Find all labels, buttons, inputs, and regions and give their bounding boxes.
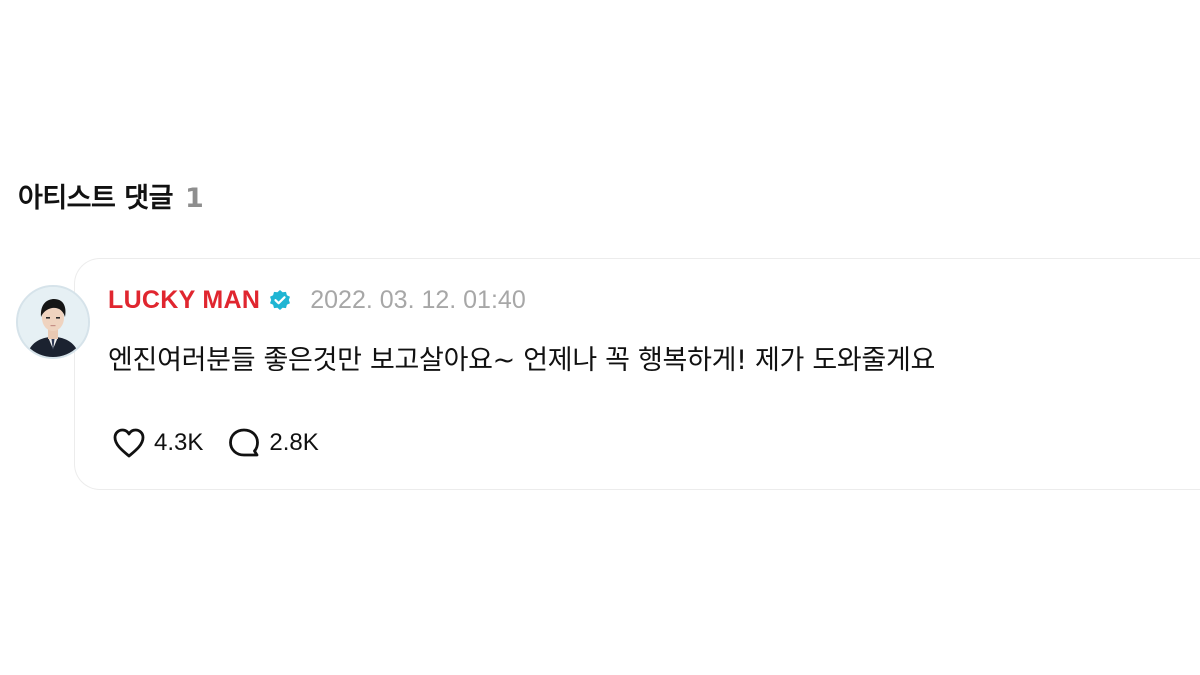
- verified-badge-icon: [268, 289, 292, 313]
- reply-count: 2.8K: [269, 429, 319, 456]
- speech-bubble-icon: [223, 422, 265, 464]
- like-count: 4.3K: [154, 429, 204, 456]
- like-button[interactable]: 4.3K: [108, 422, 203, 464]
- comment-meta: LUCKY MAN 2022. 03. 12. 01:40: [108, 286, 526, 315]
- reply-button[interactable]: 2.8K: [223, 422, 319, 464]
- comment-text: 엔진여러분들 좋은것만 보고살아요~ 언제나 꼭 행복하게! 제가 도와줄게요: [108, 345, 936, 376]
- comment-actions: 4.3K 2.8K: [108, 422, 339, 464]
- avatar[interactable]: [16, 285, 90, 359]
- heart-icon: [108, 422, 150, 464]
- comment-count: 1: [184, 183, 204, 214]
- section-title: 아티스트 댓글: [18, 183, 173, 214]
- comment-timestamp: 2022. 03. 12. 01:40: [310, 286, 526, 314]
- author-name[interactable]: LUCKY MAN: [108, 286, 260, 315]
- section-header: 아티스트 댓글 1: [18, 176, 204, 215]
